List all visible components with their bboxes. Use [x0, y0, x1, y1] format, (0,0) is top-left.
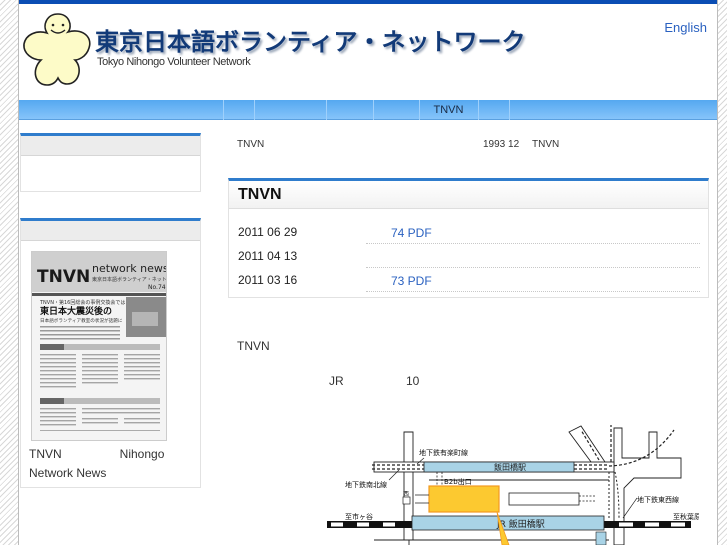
access-jr-label: JR: [329, 374, 344, 388]
news-date: 2011 06 29: [238, 225, 298, 239]
nav-divider: [509, 100, 510, 120]
main-nav: TNVN: [19, 100, 717, 120]
sidebar-box-1: [20, 133, 201, 192]
newsletter-thumbnail[interactable]: TNVN network news 東京日本語ボランティア・ネットワーク No.…: [31, 251, 167, 441]
newsletter-org: 東京日本語ボランティア・ネットワーク: [92, 276, 167, 283]
map-to-akihabara: 至秋葉原: [673, 512, 699, 521]
sidebar-box-2-header: [21, 221, 200, 241]
map-subway-station-label: 飯田橋駅: [494, 462, 526, 472]
newsletter-caption: TNVN Nihongo Network News: [29, 445, 194, 483]
newsletter-page-image: TNVN network news 東京日本語ボランティア・ネットワーク No.…: [32, 252, 167, 431]
nav-divider: [373, 100, 374, 120]
caption-brand: TNVN: [29, 447, 62, 461]
nav-divider: [478, 100, 479, 120]
mascot-logo-icon[interactable]: [19, 8, 97, 88]
news-link-pdf-73[interactable]: 73 PDF: [391, 274, 432, 288]
nav-item-6[interactable]: [478, 100, 509, 120]
page: 東京日本語ボランティア・ネットワーク Tokyo Nihongo Volunte…: [18, 0, 718, 545]
nav-divider: [326, 100, 327, 120]
nav-divider: [419, 100, 420, 120]
nav-item-3[interactable]: [326, 100, 373, 120]
map-to-ichigaya: 至市ヶ谷: [345, 512, 373, 521]
nav-item-1[interactable]: [223, 100, 254, 120]
news-date: 2011 04 13: [238, 249, 298, 263]
access-heading: TNVN: [237, 339, 270, 353]
news-divider: [366, 291, 700, 292]
nav-divider: [254, 100, 255, 120]
intro-founding-year: 1993 12: [483, 139, 520, 150]
news-box: TNVN 2011 06 29 74 PDF 2011 04 13 2011 0…: [228, 178, 709, 298]
map-jr-station-label: JR 飯田橋駅: [496, 518, 545, 530]
nav-divider: [223, 100, 224, 120]
newsletter-brand: TNVN: [37, 267, 90, 287]
map-line-yurakucho: 地下鉄有楽町線: [419, 448, 468, 457]
map-line-tozai: 地下鉄東西線: [637, 495, 679, 504]
sidebar-box-newsletter: TNVN network news 東京日本語ボランティア・ネットワーク No.…: [20, 218, 201, 488]
intro-org-name: TNVN: [532, 139, 560, 150]
map-exit-label: B2b出口: [444, 477, 472, 486]
access-minutes: 10: [406, 374, 420, 388]
news-item: 2011 04 13: [238, 244, 700, 268]
news-date: 2011 03 16: [238, 273, 298, 287]
news-link-pdf-74[interactable]: 74 PDF: [391, 226, 432, 240]
intro-text-left: TNVN: [237, 139, 265, 150]
map-office-location: [428, 485, 500, 513]
map-line-namboku: 地下鉄南北線: [345, 480, 387, 489]
map-west-exit: 西: [403, 491, 409, 498]
site-title[interactable]: 東京日本語ボランティア・ネットワーク: [95, 22, 526, 57]
newsletter-headline: 東日本大震災後の: [40, 305, 112, 317]
news-item: 2011 03 16 73 PDF: [238, 268, 700, 292]
top-accent-bar: [19, 0, 717, 4]
nav-item-4[interactable]: [373, 100, 419, 120]
news-box-title: TNVN: [229, 181, 708, 209]
news-item: 2011 06 29 74 PDF: [238, 220, 700, 244]
site-subtitle: Tokyo Nihongo Volunteer Network: [97, 56, 251, 68]
caption-network-news: Network News: [29, 466, 107, 480]
sidebar-box-1-header: [21, 136, 200, 156]
nav-item-2[interactable]: [254, 100, 326, 120]
newsletter-issue: No.74: [148, 284, 166, 291]
newsletter-headline-sub: 日本語ボランティア教室の状況が話題に: [40, 317, 123, 324]
newsletter-headline-small: TNVN・第16回総会の事例交換会では: [39, 299, 125, 306]
access-map[interactable]: 飯田橋駅 B2b出口 西 JR 飯田橋駅 地下鉄有楽町線 地下鉄南北線 地下鉄東…: [319, 420, 699, 545]
newsletter-masthead: network news: [92, 262, 167, 275]
nav-item-tnvn[interactable]: TNVN: [419, 100, 478, 120]
caption-nihongo: Nihongo: [119, 447, 165, 461]
english-link[interactable]: English: [664, 20, 707, 35]
